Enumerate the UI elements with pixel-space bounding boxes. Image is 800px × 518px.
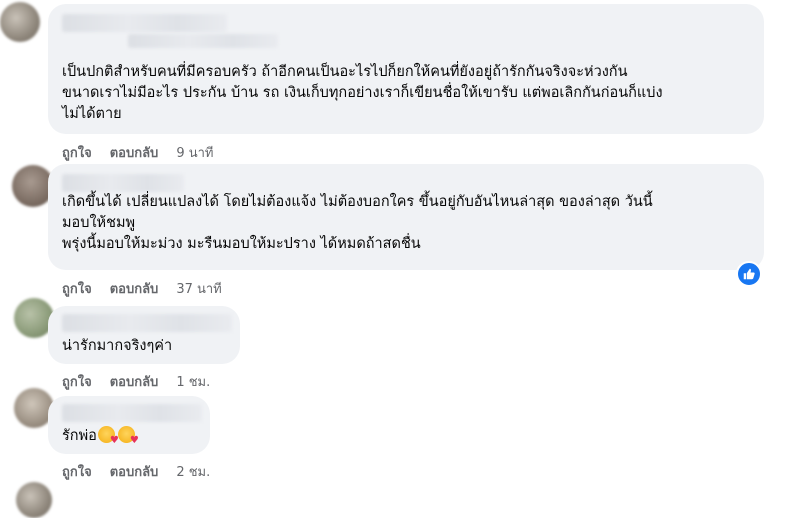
- comment-bubble: เป็นปกติสำหรับคนที่มีครอบครัว ถ้าอีกคนเป…: [48, 4, 764, 134]
- author-name-blurred[interactable]: [62, 314, 232, 332]
- comment-bubble: เกิดขึ้นได้ เปลี่ยนแปลงได้ โดยไม่ต้องแจ้…: [48, 164, 764, 270]
- comment-time[interactable]: 9 นาที: [176, 142, 213, 163]
- smiling-face-with-hearts-icon: [117, 426, 139, 446]
- like-link[interactable]: ถูกใจ: [62, 142, 92, 163]
- comment-text: เกิดขึ้นได้ เปลี่ยนแปลงได้ โดยไม่ต้องแจ้…: [62, 194, 653, 252]
- reply-link[interactable]: ตอบกลับ: [110, 371, 159, 392]
- comment-text: รักพ่อ: [62, 426, 139, 447]
- author-name-blurred[interactable]: [62, 404, 202, 422]
- smiling-face-with-hearts-icon: [97, 426, 119, 446]
- reply-link[interactable]: ตอบกลับ: [110, 278, 159, 299]
- comment-actions: ถูกใจ ตอบกลับ 2 ชม.: [62, 461, 210, 482]
- reply-link[interactable]: ตอบกลับ: [110, 142, 159, 163]
- comment-text-label: รักพ่อ: [62, 428, 97, 444]
- comment-actions: ถูกใจ ตอบกลับ 37 นาที: [62, 278, 222, 299]
- comment-text: น่ารักมากจริงๆค่า: [62, 338, 173, 354]
- comment-time[interactable]: 1 ชม.: [176, 371, 210, 392]
- comment-text: เป็นปกติสำหรับคนที่มีครอบครัว ถ้าอีกคนเป…: [62, 64, 663, 122]
- comment-time[interactable]: 37 นาที: [176, 278, 221, 299]
- like-link[interactable]: ถูกใจ: [62, 461, 92, 482]
- reply-link[interactable]: ตอบกลับ: [110, 461, 159, 482]
- comment-time[interactable]: 2 ชม.: [176, 461, 210, 482]
- like-link[interactable]: ถูกใจ: [62, 371, 92, 392]
- comment-actions: ถูกใจ ตอบกลับ 1 ชม.: [62, 371, 210, 392]
- avatar[interactable]: [0, 2, 40, 42]
- author-name-blurred[interactable]: [62, 174, 184, 192]
- avatar[interactable]: [16, 482, 52, 518]
- like-link[interactable]: ถูกใจ: [62, 278, 92, 299]
- comment-actions: ถูกใจ ตอบกลับ 9 นาที: [62, 142, 213, 163]
- comment-bubble: รักพ่อ: [48, 396, 210, 454]
- author-subtitle-blurred: [128, 34, 278, 48]
- like-reaction-icon[interactable]: [736, 261, 762, 287]
- comment-bubble: น่ารักมากจริงๆค่า: [48, 306, 240, 364]
- author-name-blurred[interactable]: [62, 14, 227, 32]
